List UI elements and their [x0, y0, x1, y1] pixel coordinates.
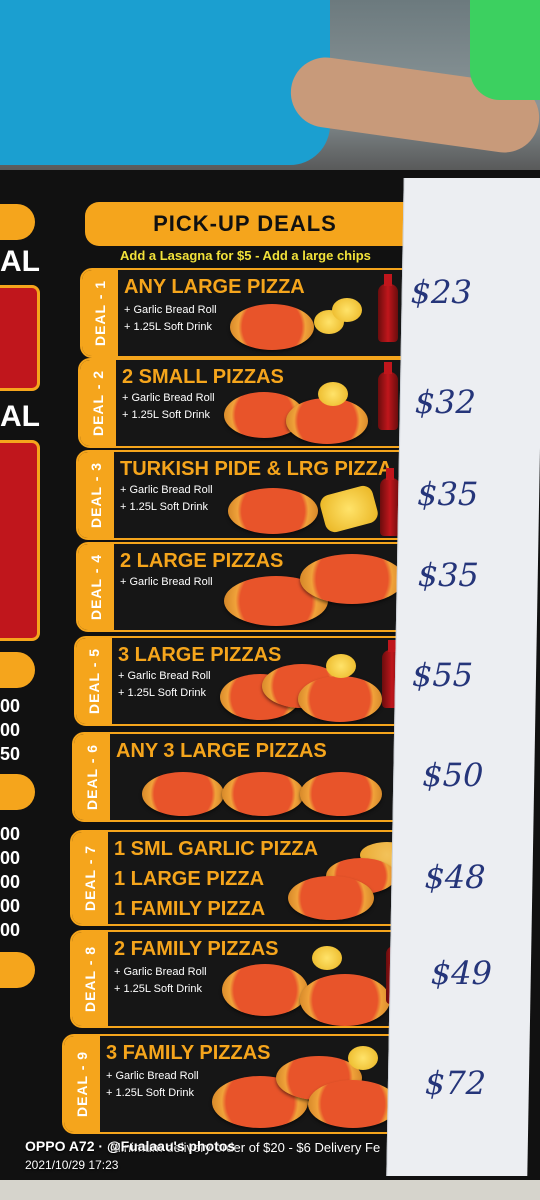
deal-card-4: DEAL - 4 2 LARGE PIZZAS + Garlic Bread R… — [76, 542, 414, 632]
deal-extra: + Garlic Bread Roll — [120, 576, 213, 588]
deal-extra: + Garlic Bread Roll — [114, 966, 207, 978]
deal-title: 1 SML GARLIC PIZZA — [114, 838, 319, 860]
table-surface — [0, 1180, 540, 1200]
deal-tab: DEAL - 6 — [74, 734, 110, 820]
deal-tab: DEAL - 5 — [76, 638, 112, 724]
subtitle: Add a Lasagna for $5 - Add a large chips — [120, 248, 371, 263]
deal-tab: DEAL - 4 — [78, 544, 114, 630]
pizza-image — [300, 772, 382, 816]
deal-tab: DEAL - 2 — [80, 360, 116, 446]
left-number: 00 — [0, 720, 21, 740]
left-number: 00 — [0, 920, 21, 940]
price-deal-2: $32 — [414, 383, 477, 421]
price-deal-3: $35 — [416, 475, 479, 513]
deal-tab: DEAL - 8 — [72, 932, 108, 1026]
pizza-image — [230, 304, 314, 350]
left-number: 00 — [0, 824, 21, 844]
left-number: 00 — [0, 848, 21, 868]
camera-timestamp: 2021/10/29 17:23 — [25, 1158, 119, 1172]
pizza-image — [222, 964, 308, 1016]
pizza-image — [228, 488, 318, 534]
deal-title: 2 FAMILY PIZZAS — [114, 938, 279, 960]
turkish-pide-image — [318, 483, 380, 535]
left-letters: AL — [0, 400, 40, 433]
soft-drink-bottle-image — [378, 362, 398, 430]
deal-card-7: DEAL - 7 1 SML GARLIC PIZZA 1 LARGE PIZZ… — [70, 830, 414, 926]
pizza-image — [222, 772, 304, 816]
left-number: 50 — [0, 744, 21, 764]
deal-card-9: DEAL - 9 3 FAMILY PIZZAS + Garlic Bread … — [62, 1034, 414, 1134]
deal-card-3: DEAL - 3 TURKISH PIDE & LRG PIZZA + Garl… — [76, 450, 414, 540]
pizza-image — [142, 772, 224, 816]
left-number: 00 — [0, 872, 21, 892]
pizza-image — [300, 974, 390, 1026]
deal-title: 2 LARGE PIZZAS — [120, 550, 284, 572]
garlic-bread-image — [318, 382, 348, 406]
deal-title: ANY LARGE PIZZA — [124, 276, 305, 298]
garlic-bread-image — [312, 946, 342, 970]
pizza-image — [298, 676, 382, 722]
deal-title: 3 LARGE PIZZAS — [118, 644, 282, 666]
deal-card-2: DEAL - 2 2 SMALL PIZZAS + Garlic Bread R… — [78, 358, 414, 448]
deal-title: ANY 3 LARGE PIZZAS — [116, 740, 327, 762]
deal-extra: + Garlic Bread Roll — [124, 304, 217, 316]
left-pill — [0, 774, 35, 810]
deal-card-1: DEAL - 1 ANY LARGE PIZZA + Garlic Bread … — [80, 268, 414, 358]
garlic-bread-image — [332, 298, 362, 322]
camera-watermark: OPPO A72 · @Fualaau's photos — [25, 1138, 236, 1154]
price-deal-8: $49 — [430, 954, 493, 992]
left-pill — [0, 952, 35, 988]
deal-tab: DEAL - 3 — [78, 452, 114, 538]
soft-drink-bottle-image — [378, 274, 398, 342]
left-letters: AL — [0, 245, 40, 278]
left-number: 00 — [0, 696, 21, 716]
deal-extra: + 1.25L Soft Drink — [118, 687, 206, 699]
soft-drink-can-image — [0, 285, 40, 391]
price-deal-1: $23 — [410, 273, 473, 311]
person-green-shirt — [470, 0, 540, 100]
deal-title: 3 FAMILY PIZZAS — [106, 1042, 271, 1064]
price-deal-6: $50 — [421, 756, 484, 794]
deal-tab: DEAL - 1 — [82, 270, 118, 356]
handwritten-price-sheet: $23 $32 $35 $35 $55 $50 $48 $49 $72 — [386, 178, 540, 1176]
left-number: 00 — [0, 896, 21, 916]
pizza-image — [288, 876, 374, 920]
deal-extra: + 1.25L Soft Drink — [124, 321, 212, 333]
left-pill — [0, 204, 35, 240]
price-deal-5: $55 — [411, 656, 474, 694]
pizza-image — [308, 1080, 398, 1128]
deal-title: TURKISH PIDE & LRG PIZZA — [120, 458, 393, 480]
deal-card-5: DEAL - 5 3 LARGE PIZZAS + Garlic Bread R… — [74, 636, 414, 726]
soft-drink-bottle-image — [0, 440, 40, 641]
deal-card-6: DEAL - 6 ANY 3 LARGE PIZZAS — [72, 732, 414, 822]
deal-extra: + 1.25L Soft Drink — [122, 409, 210, 421]
garlic-bread-image — [348, 1046, 378, 1070]
price-deal-7: $48 — [424, 858, 486, 896]
deal-title: 1 FAMILY PIZZA — [114, 898, 266, 920]
deal-extra: + 1.25L Soft Drink — [120, 501, 208, 513]
deal-extra: + Garlic Bread Roll — [122, 392, 215, 404]
deal-extra: + Garlic Bread Roll — [120, 484, 213, 496]
person-blue-shirt — [0, 0, 330, 165]
price-deal-9: $72 — [424, 1064, 487, 1102]
left-pill — [0, 652, 35, 688]
page-title: PICK-UP DEALS — [153, 211, 337, 236]
garlic-bread-image — [326, 654, 356, 678]
deal-tab: DEAL - 7 — [72, 832, 108, 924]
deal-tab: DEAL - 9 — [64, 1036, 100, 1132]
pizza-image — [300, 554, 404, 604]
deal-extra: + Garlic Bread Roll — [106, 1070, 199, 1082]
price-deal-4: $35 — [417, 556, 480, 594]
deal-extra: + Garlic Bread Roll — [118, 670, 211, 682]
deal-card-8: DEAL - 8 2 FAMILY PIZZAS + Garlic Bread … — [70, 930, 414, 1028]
deal-title: 2 SMALL PIZZAS — [122, 366, 284, 388]
deal-extra: + 1.25L Soft Drink — [114, 983, 202, 995]
deal-extra: + 1.25L Soft Drink — [106, 1087, 194, 1099]
deal-title: 1 LARGE PIZZA — [114, 868, 265, 890]
